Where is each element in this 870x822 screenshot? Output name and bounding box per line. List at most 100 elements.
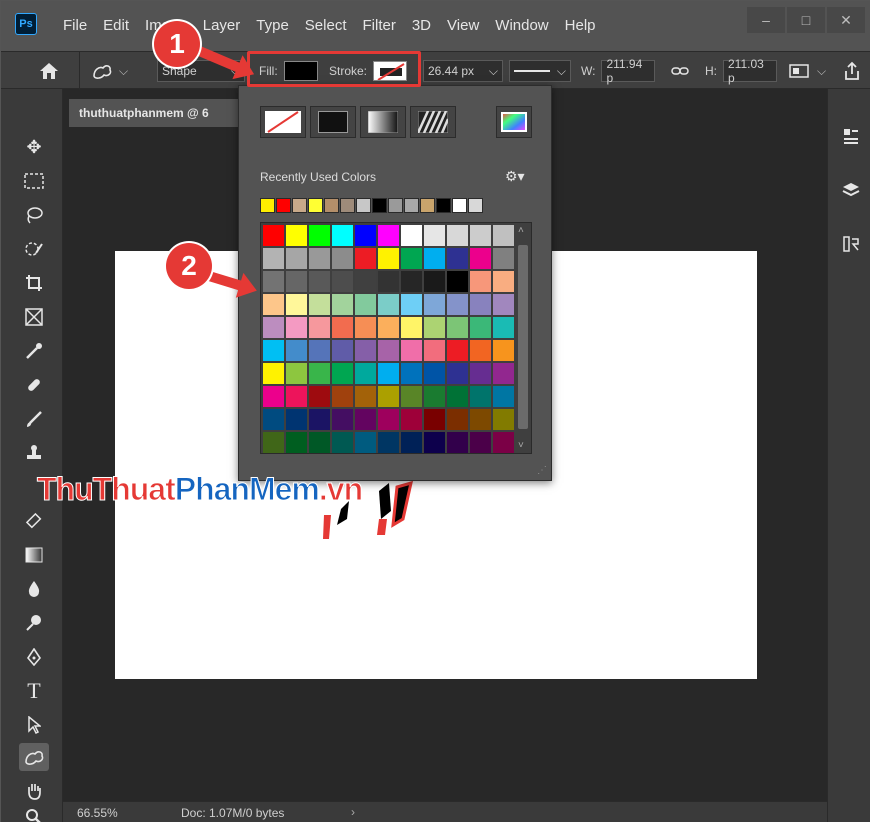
color-swatch[interactable] [263,317,284,338]
color-swatch[interactable] [424,271,445,292]
color-swatch[interactable] [309,409,330,430]
color-swatch[interactable] [401,432,422,453]
clone-stamp-tool-icon[interactable] [19,439,49,467]
recent-color-swatch[interactable] [324,198,339,213]
color-swatch[interactable] [309,271,330,292]
menu-select[interactable]: Select [305,17,347,34]
color-swatch[interactable] [493,294,514,315]
color-swatch[interactable] [470,340,491,361]
color-swatch[interactable] [470,432,491,453]
color-swatch[interactable] [309,363,330,384]
color-swatch[interactable] [493,317,514,338]
recent-color-swatch[interactable] [260,198,275,213]
blur-tool-icon[interactable] [19,575,49,603]
color-swatch[interactable] [263,432,284,453]
color-swatch[interactable] [447,225,468,246]
color-swatch[interactable] [355,225,376,246]
recent-color-swatch[interactable] [340,198,355,213]
recent-color-swatch[interactable] [404,198,419,213]
color-swatch[interactable] [447,363,468,384]
color-swatch[interactable] [401,271,422,292]
color-swatch[interactable] [332,294,353,315]
scroll-thumb[interactable] [518,245,528,429]
no-color-button[interactable] [260,106,306,138]
color-swatch[interactable] [424,409,445,430]
color-swatch[interactable] [309,225,330,246]
color-swatch[interactable] [309,294,330,315]
color-swatch[interactable] [378,317,399,338]
menu-view[interactable]: View [447,17,479,34]
move-tool-icon[interactable]: ✥ [19,133,49,161]
color-swatch[interactable] [263,409,284,430]
swatch-scrollbar[interactable]: ˄ ˅ [516,225,528,451]
color-swatch[interactable] [286,271,307,292]
color-swatch[interactable] [493,409,514,430]
solid-color-button[interactable] [310,106,356,138]
scroll-down-icon[interactable]: ˅ [518,440,524,451]
gear-icon[interactable]: ⚙▾ [505,168,525,185]
color-swatch[interactable] [378,363,399,384]
link-icon[interactable] [671,52,689,90]
recent-color-swatch[interactable] [436,198,451,213]
recent-color-swatch[interactable] [452,198,467,213]
color-swatch[interactable] [493,340,514,361]
stroke-width-field[interactable]: 26.44 px ⌵ [423,60,503,82]
minimize-button[interactable]: – [747,7,785,33]
color-swatch[interactable] [355,432,376,453]
color-swatch[interactable] [447,317,468,338]
history-panel-icon[interactable] [838,231,864,257]
color-swatch[interactable] [401,225,422,246]
gradient-button[interactable] [360,106,406,138]
color-swatch[interactable] [332,317,353,338]
path-selection-tool-icon[interactable] [19,711,49,739]
menu-window[interactable]: Window [495,17,548,34]
frame-tool-icon[interactable] [19,303,49,331]
zoom-tool-icon[interactable] [19,803,49,822]
color-swatch[interactable] [378,248,399,269]
menu-type[interactable]: Type [256,17,289,34]
color-swatch[interactable] [401,363,422,384]
recent-color-swatch[interactable] [420,198,435,213]
color-swatch[interactable] [447,248,468,269]
color-swatch[interactable] [447,432,468,453]
color-swatch[interactable] [378,432,399,453]
color-swatch[interactable] [447,386,468,407]
home-icon[interactable] [39,52,59,90]
recent-color-swatch[interactable] [468,198,483,213]
color-swatch[interactable] [401,340,422,361]
color-swatch[interactable] [355,340,376,361]
color-swatch[interactable] [424,432,445,453]
color-swatch[interactable] [470,363,491,384]
color-swatch[interactable] [332,409,353,430]
color-swatch[interactable] [378,294,399,315]
menu-3d[interactable]: 3D [412,17,431,34]
recent-color-swatch[interactable] [308,198,323,213]
color-swatch[interactable] [286,432,307,453]
color-swatch[interactable] [378,409,399,430]
color-swatch[interactable] [286,248,307,269]
recent-color-swatch[interactable] [388,198,403,213]
color-picker-button[interactable] [496,106,532,138]
hand-tool-icon[interactable] [19,777,49,805]
color-swatch[interactable] [355,294,376,315]
color-swatch[interactable] [286,340,307,361]
dodge-tool-icon[interactable] [19,609,49,637]
color-swatch[interactable] [401,317,422,338]
color-swatch[interactable] [355,317,376,338]
document-tab[interactable]: thuthuatphanmem @ 6 [69,99,239,127]
menu-filter[interactable]: Filter [363,17,396,34]
color-swatch[interactable] [286,225,307,246]
color-swatch[interactable] [424,363,445,384]
gradient-tool-icon[interactable] [19,541,49,569]
custom-shape-tool-icon[interactable] [19,743,49,771]
quick-selection-tool-icon[interactable] [19,235,49,263]
properties-panel-icon[interactable] [838,123,864,149]
path-operations-icon[interactable]: ⌵ [789,52,826,90]
stroke-type-select[interactable]: ⌵ [509,60,571,82]
color-swatch[interactable] [355,386,376,407]
lasso-tool-icon[interactable] [19,201,49,229]
color-swatch[interactable] [470,225,491,246]
color-swatch[interactable] [424,225,445,246]
color-swatch[interactable] [309,340,330,361]
layers-panel-icon[interactable] [838,177,864,203]
